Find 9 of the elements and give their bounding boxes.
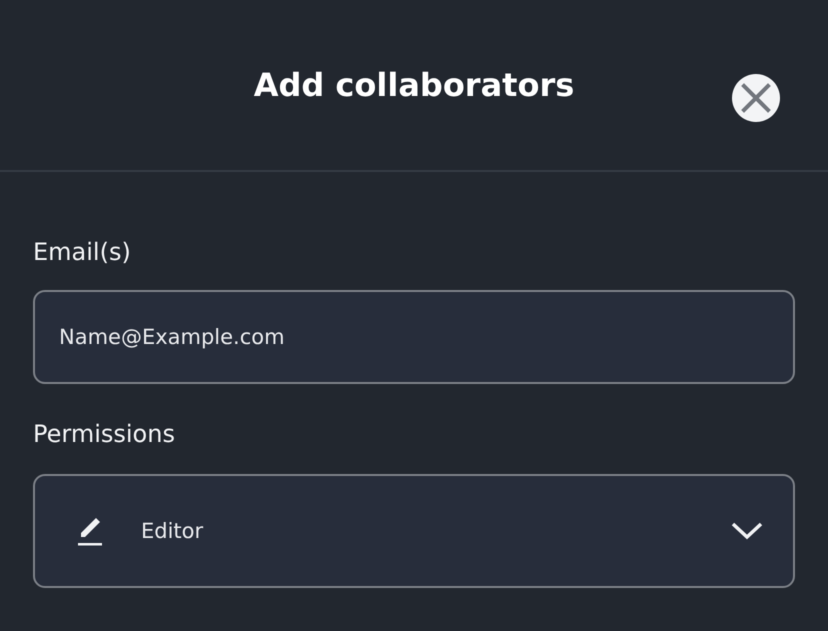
pencil-icon (77, 516, 103, 546)
permissions-dropdown[interactable]: Editor (33, 474, 795, 588)
email-field[interactable]: Name@Example.com (33, 290, 795, 384)
permission-value: Editor (141, 519, 204, 543)
close-button[interactable] (732, 74, 780, 122)
field-label: Email(s) (33, 238, 132, 266)
field-label: Permissions (33, 420, 176, 448)
dialog-title: Add collaborators (254, 66, 574, 104)
close-icon (741, 83, 771, 113)
